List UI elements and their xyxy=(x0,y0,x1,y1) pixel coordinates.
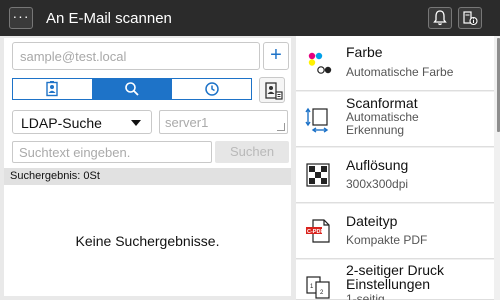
settings-panel: Farbe Automatische Farbe Scanformat Auto… xyxy=(296,36,500,300)
menu-button[interactable]: ··· xyxy=(9,7,33,29)
resolution-icon xyxy=(306,163,330,187)
search-icon xyxy=(125,82,139,96)
setting-file-type-value: Kompakte PDF xyxy=(346,233,428,247)
setting-color-title: Farbe xyxy=(346,44,383,60)
device-info-icon xyxy=(463,11,478,26)
ldap-search-select[interactable]: LDAP-Suche xyxy=(12,110,152,134)
duplex-icon: 1 2 xyxy=(306,276,330,299)
bell-button[interactable] xyxy=(428,7,452,29)
svg-text:C-PDF: C-PDF xyxy=(307,229,324,235)
email-address-input[interactable] xyxy=(13,43,259,69)
bell-icon xyxy=(433,10,447,26)
setting-duplex[interactable]: 1 2 2-seitiger Druck Einstellungen 1-sei… xyxy=(296,260,494,300)
setting-scan-size-title: Scanformat xyxy=(346,95,418,111)
scan-size-icon xyxy=(305,107,329,133)
page-title: An E-Mail scannen xyxy=(46,10,172,27)
setting-resolution-title: Auflösung xyxy=(346,157,409,173)
setting-duplex-value: 1-seitig xyxy=(346,292,385,300)
title-bar: ··· An E-Mail scannen xyxy=(0,0,500,36)
search-text-input[interactable] xyxy=(13,142,211,162)
add-address-button[interactable]: + xyxy=(263,42,289,70)
address-book-icon xyxy=(265,82,283,100)
server-field[interactable] xyxy=(159,110,288,134)
search-button[interactable]: Suchen xyxy=(215,141,289,163)
setting-scan-size-value: Automatische Erkennung xyxy=(346,110,419,137)
search-text-field[interactable] xyxy=(12,141,212,163)
tab-search[interactable] xyxy=(92,79,173,99)
setting-duplex-title: 2-seitiger Druck Einstellungen xyxy=(346,262,445,292)
setting-color-value: Automatische Farbe xyxy=(346,65,454,79)
resize-grip-icon xyxy=(277,123,285,131)
server-input[interactable] xyxy=(160,111,287,133)
search-result-count: Suchergebnis: 0St xyxy=(4,168,291,185)
color-dots-icon xyxy=(308,52,332,74)
setting-file-type-title: Dateityp xyxy=(346,213,398,229)
setting-resolution-value: 300x300dpi xyxy=(346,177,409,191)
device-info-button[interactable] xyxy=(458,7,482,29)
address-tabs xyxy=(12,78,252,100)
tab-history[interactable] xyxy=(172,79,252,99)
chevron-down-icon xyxy=(131,120,141,126)
setting-resolution[interactable]: Auflösung 300x300dpi xyxy=(296,148,494,203)
setting-color[interactable]: Farbe Automatische Farbe xyxy=(296,36,494,91)
ldap-select-label: LDAP-Suche xyxy=(21,115,102,131)
setting-scan-size[interactable]: Scanformat Automatische Erkennung xyxy=(296,92,494,147)
address-search-panel: + xyxy=(4,38,291,296)
setting-file-type[interactable]: C-PDF Dateityp Kompakte PDF xyxy=(296,204,494,259)
contact-card-icon xyxy=(46,81,59,97)
no-results-message: Keine Suchergebnisse. xyxy=(75,233,220,249)
clock-icon xyxy=(204,82,219,96)
email-address-field[interactable] xyxy=(12,42,260,70)
pdf-file-icon: C-PDF xyxy=(306,219,330,243)
tab-address-book[interactable] xyxy=(13,79,93,99)
address-book-button[interactable] xyxy=(259,77,285,103)
